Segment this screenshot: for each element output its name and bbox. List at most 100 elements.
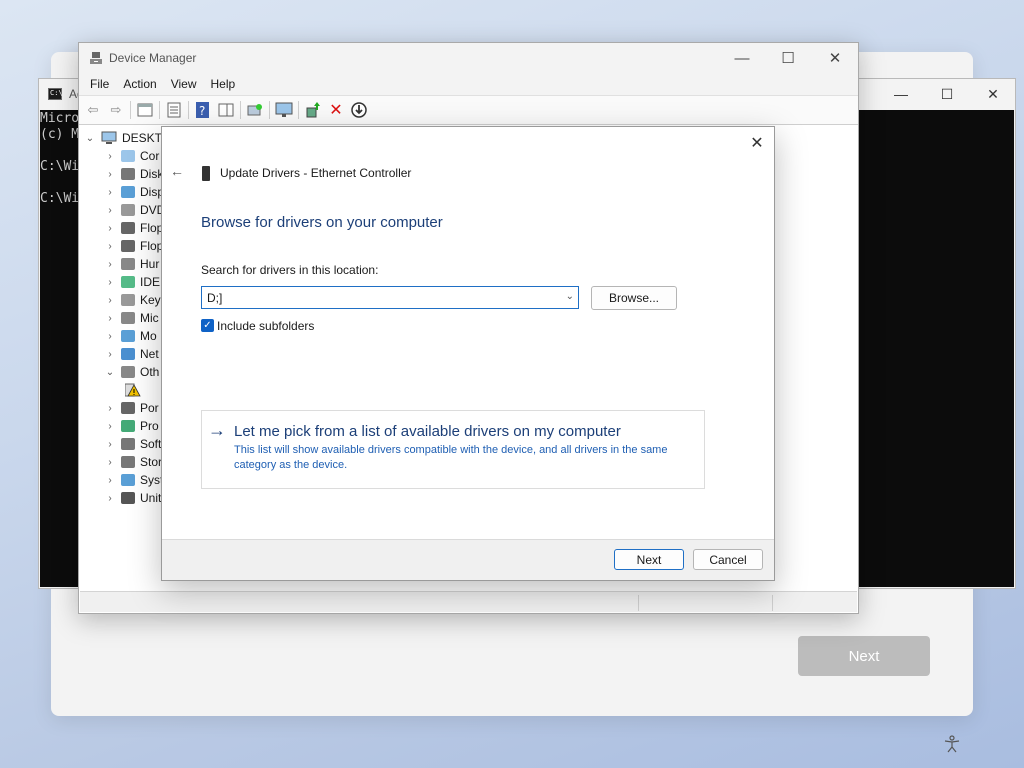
toolbar-separator bbox=[240, 101, 241, 119]
driver-location-combobox[interactable]: D;] ⌄ bbox=[201, 286, 579, 309]
chevron-right-icon[interactable]: › bbox=[105, 313, 115, 324]
port-icon bbox=[121, 402, 135, 414]
tree-item[interactable]: › Net bbox=[105, 345, 158, 363]
show-hide-console-tree-icon[interactable] bbox=[135, 100, 155, 120]
tree-item[interactable]: › Mo bbox=[105, 327, 156, 345]
chevron-right-icon[interactable]: › bbox=[105, 421, 115, 432]
driver-location-value[interactable]: D;] bbox=[207, 291, 222, 305]
tree-item-label: Soft bbox=[140, 437, 162, 451]
console-maximize-button[interactable]: ☐ bbox=[933, 85, 961, 103]
tree-item[interactable]: › Syst bbox=[105, 471, 163, 489]
tree-item[interactable]: › Unit bbox=[105, 489, 161, 507]
next-button[interactable]: Next bbox=[614, 549, 684, 570]
maximize-button[interactable]: ☐ bbox=[773, 48, 803, 68]
tree-item[interactable]: › Flop bbox=[105, 219, 163, 237]
tree-root[interactable]: ⌄ DESKTO bbox=[85, 129, 163, 147]
tree-item-label: DVD bbox=[140, 203, 163, 217]
forward-icon[interactable]: ⇨ bbox=[106, 100, 126, 120]
tree-root-label: DESKTO bbox=[122, 131, 163, 145]
disable-device-icon[interactable] bbox=[349, 100, 369, 120]
menu-help[interactable]: Help bbox=[204, 75, 243, 93]
pick-from-list-title[interactable]: Let me pick from a list of available dri… bbox=[234, 423, 621, 440]
tree-item[interactable]: › Hur bbox=[105, 255, 159, 273]
tree-item[interactable]: › Mic bbox=[105, 309, 158, 327]
update-drivers-dialog[interactable]: ✕ ← Update Drivers - Ethernet Controller… bbox=[161, 126, 775, 581]
uninstall-device-icon[interactable]: ✕ bbox=[326, 100, 346, 120]
tree-item[interactable]: › Por bbox=[105, 399, 158, 417]
console-close-button[interactable]: ✕ bbox=[979, 85, 1007, 103]
minimize-button[interactable]: — bbox=[727, 48, 757, 68]
tree-item[interactable]: › Soft bbox=[105, 435, 161, 453]
back-arrow-icon[interactable]: ← bbox=[170, 163, 184, 179]
disk-icon bbox=[121, 168, 135, 180]
arrow-right-icon: → bbox=[208, 420, 226, 440]
scan-hardware-icon[interactable] bbox=[245, 100, 265, 120]
device-manager-icon bbox=[90, 52, 102, 64]
chevron-right-icon[interactable]: › bbox=[105, 331, 115, 342]
console-scrollbar[interactable] bbox=[999, 110, 1014, 587]
tree-item-label: Pro bbox=[140, 419, 159, 433]
chevron-right-icon[interactable]: › bbox=[105, 457, 115, 468]
dialog-close-button[interactable]: ✕ bbox=[746, 132, 768, 154]
device-tree[interactable]: ⌄ DESKTO › Cor › Disk › Disp › DVD › Flop › Flop › Hu… bbox=[79, 127, 163, 587]
tree-item[interactable]: ⌄ Oth bbox=[105, 363, 160, 381]
cancel-button[interactable]: Cancel bbox=[693, 549, 763, 570]
chevron-right-icon[interactable]: › bbox=[105, 493, 115, 504]
dvd-icon bbox=[121, 204, 135, 216]
chevron-right-icon[interactable]: › bbox=[105, 259, 115, 270]
chevron-right-icon[interactable]: › bbox=[105, 439, 115, 450]
chevron-right-icon[interactable]: › bbox=[105, 349, 115, 360]
chevron-right-icon[interactable]: › bbox=[105, 151, 115, 162]
status-divider bbox=[772, 595, 773, 611]
tree-item[interactable] bbox=[124, 381, 146, 399]
pick-from-list-option[interactable]: → Let me pick from a list of available d… bbox=[201, 410, 705, 489]
include-subfolders-label[interactable]: Include subfolders bbox=[217, 319, 314, 333]
chevron-right-icon[interactable]: › bbox=[105, 205, 115, 216]
tree-item-label: Syst bbox=[140, 473, 163, 487]
tree-item[interactable]: › Pro bbox=[105, 417, 159, 435]
chevron-down-icon[interactable]: ⌄ bbox=[566, 291, 574, 302]
console-minimize-button[interactable]: — bbox=[887, 85, 915, 103]
tree-item[interactable]: › Disk bbox=[105, 165, 163, 183]
action-pane-icon[interactable] bbox=[216, 100, 236, 120]
tree-item[interactable]: › DVD bbox=[105, 201, 163, 219]
hid-icon bbox=[121, 258, 135, 270]
chevron-right-icon[interactable]: › bbox=[105, 403, 115, 414]
properties-icon[interactable] bbox=[164, 100, 184, 120]
system-icon bbox=[121, 474, 135, 486]
tree-item[interactable]: › Stor bbox=[105, 453, 162, 471]
include-subfolders-checkbox[interactable]: ✓ bbox=[201, 319, 214, 332]
tree-item-label: Unit bbox=[140, 491, 162, 505]
update-driver-icon[interactable] bbox=[303, 100, 323, 120]
menu-view[interactable]: View bbox=[164, 75, 204, 93]
chevron-down-icon[interactable]: ⌄ bbox=[105, 367, 115, 378]
browse-button[interactable]: Browse... bbox=[591, 286, 677, 310]
chevron-right-icon[interactable]: › bbox=[105, 295, 115, 306]
tree-item-label: Oth bbox=[140, 365, 160, 379]
tree-item[interactable]: › Flop bbox=[105, 237, 163, 255]
accessibility-icon[interactable] bbox=[942, 734, 962, 754]
chevron-down-icon[interactable]: ⌄ bbox=[85, 133, 95, 144]
close-button[interactable]: ✕ bbox=[820, 48, 850, 68]
setup-next-button[interactable]: Next bbox=[798, 636, 930, 676]
tree-item[interactable]: › Key bbox=[105, 291, 161, 309]
chevron-right-icon[interactable]: › bbox=[105, 475, 115, 486]
chevron-right-icon[interactable]: › bbox=[105, 241, 115, 252]
monitor-icon[interactable] bbox=[274, 100, 294, 120]
chevron-right-icon[interactable]: › bbox=[105, 169, 115, 180]
tree-item-label: Disk bbox=[140, 167, 163, 181]
menu-action[interactable]: Action bbox=[116, 75, 163, 93]
chevron-right-icon[interactable]: › bbox=[105, 223, 115, 234]
tree-item-label: Key bbox=[140, 293, 161, 307]
chevron-right-icon[interactable]: › bbox=[105, 187, 115, 198]
tree-item[interactable]: › IDE bbox=[105, 273, 160, 291]
tree-item[interactable]: › Cor bbox=[105, 147, 159, 165]
chevron-right-icon[interactable]: › bbox=[105, 277, 115, 288]
tree-item[interactable]: › Disp bbox=[105, 183, 163, 201]
device-manager-titlebar[interactable]: Device Manager — ☐ ✕ bbox=[79, 43, 858, 73]
usb-icon bbox=[121, 492, 135, 504]
processor-icon bbox=[121, 420, 135, 432]
menu-file[interactable]: File bbox=[83, 75, 116, 93]
help-icon[interactable]: ? bbox=[193, 100, 213, 120]
back-icon[interactable]: ⇦ bbox=[83, 100, 103, 120]
